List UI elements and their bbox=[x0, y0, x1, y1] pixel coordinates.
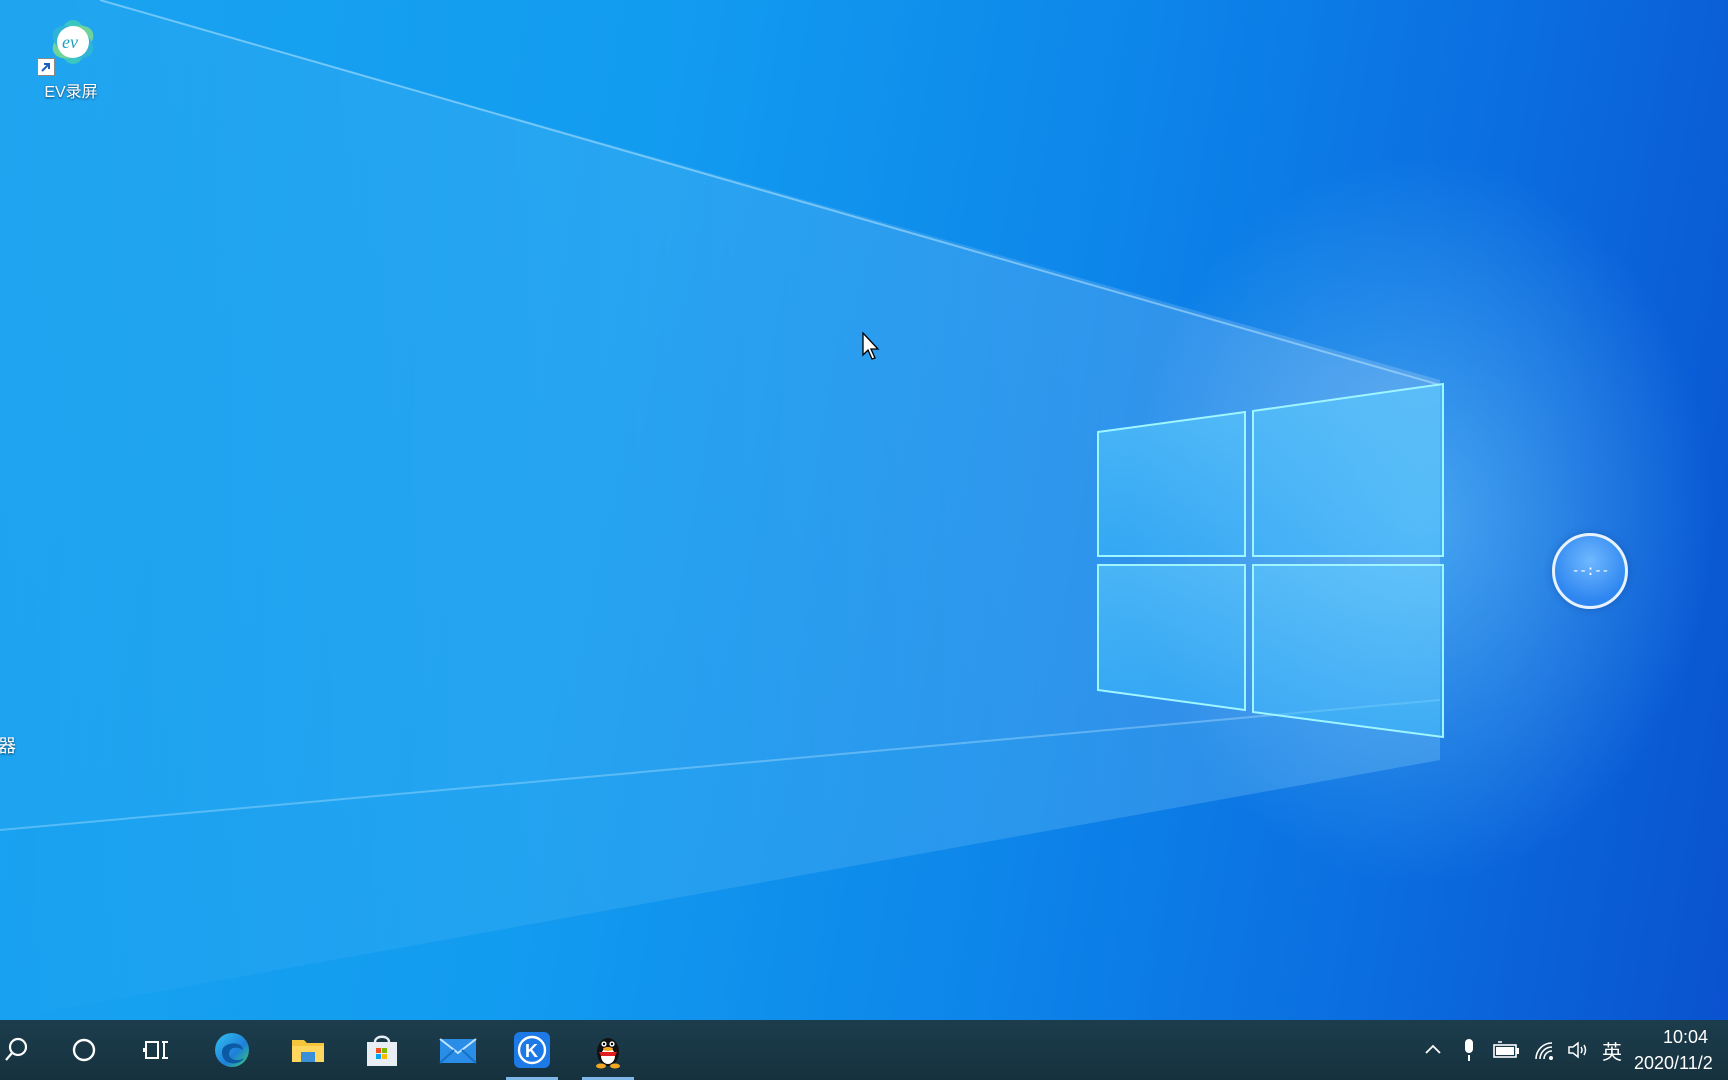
taskbar: K 英 10:04 2020/11/2 bbox=[0, 1020, 1728, 1080]
microphone-icon bbox=[1465, 1039, 1473, 1061]
desktop-icon-label: EV录屏 bbox=[44, 84, 98, 101]
cortana-button[interactable] bbox=[52, 1020, 116, 1080]
tray-network[interactable] bbox=[1530, 1020, 1558, 1080]
wifi-icon bbox=[1535, 1042, 1553, 1060]
tray-ime-indicator[interactable]: 英 bbox=[1598, 1020, 1626, 1080]
floating-widget-text: --:-- bbox=[1571, 563, 1609, 579]
mouse-cursor-icon bbox=[862, 332, 880, 360]
wallpaper-light-beams bbox=[0, 0, 1441, 1020]
task-view-icon bbox=[143, 1041, 168, 1059]
clock-date: 2020/11/2 bbox=[1634, 1053, 1713, 1073]
ev-recorder-icon: ev bbox=[33, 8, 109, 76]
edge-icon bbox=[215, 1033, 249, 1067]
store-icon bbox=[367, 1035, 397, 1066]
clock-time: 10:04 bbox=[1662, 1027, 1708, 1047]
taskbar-app-store[interactable] bbox=[350, 1020, 414, 1080]
windows-logo bbox=[1097, 382, 1444, 739]
search-button[interactable] bbox=[0, 1020, 36, 1080]
task-view-button[interactable] bbox=[124, 1020, 188, 1080]
folder-icon bbox=[292, 1040, 324, 1062]
cortana-circle-icon bbox=[72, 1038, 96, 1062]
desktop-icon-ev-recorder[interactable]: ev EV录屏 bbox=[30, 8, 112, 102]
svg-text:ev: ev bbox=[62, 32, 78, 52]
tray-clock[interactable]: 10:04 2020/11/2 bbox=[1632, 1020, 1728, 1080]
taskbar-app-file-explorer[interactable] bbox=[276, 1020, 340, 1080]
volume-icon bbox=[1568, 1041, 1587, 1059]
shortcut-arrow-icon bbox=[37, 58, 55, 76]
kugou-k-icon: K bbox=[514, 1032, 550, 1068]
taskbar-app-edge[interactable] bbox=[200, 1020, 264, 1080]
svg-text:K: K bbox=[525, 1041, 538, 1061]
partial-desktop-label: 器 bbox=[0, 736, 16, 756]
mail-icon bbox=[439, 1038, 477, 1064]
floating-speed-widget[interactable]: --:-- bbox=[1552, 533, 1628, 609]
taskbar-app-mail[interactable] bbox=[426, 1020, 490, 1080]
chevron-up-icon bbox=[1425, 1044, 1441, 1054]
tray-volume[interactable] bbox=[1564, 1020, 1592, 1080]
taskbar-app-kugou[interactable]: K bbox=[500, 1020, 564, 1080]
desktop-background[interactable]: ev EV录屏 器 --:-- bbox=[0, 0, 1728, 1020]
search-icon bbox=[5, 1037, 28, 1061]
qq-penguin-icon bbox=[596, 1038, 620, 1069]
taskbar-app-qq[interactable] bbox=[576, 1020, 640, 1080]
tray-microphone[interactable] bbox=[1456, 1020, 1482, 1080]
tray-battery[interactable] bbox=[1490, 1020, 1522, 1080]
tray-show-hidden-button[interactable] bbox=[1420, 1020, 1446, 1080]
battery-icon bbox=[1493, 1041, 1519, 1058]
